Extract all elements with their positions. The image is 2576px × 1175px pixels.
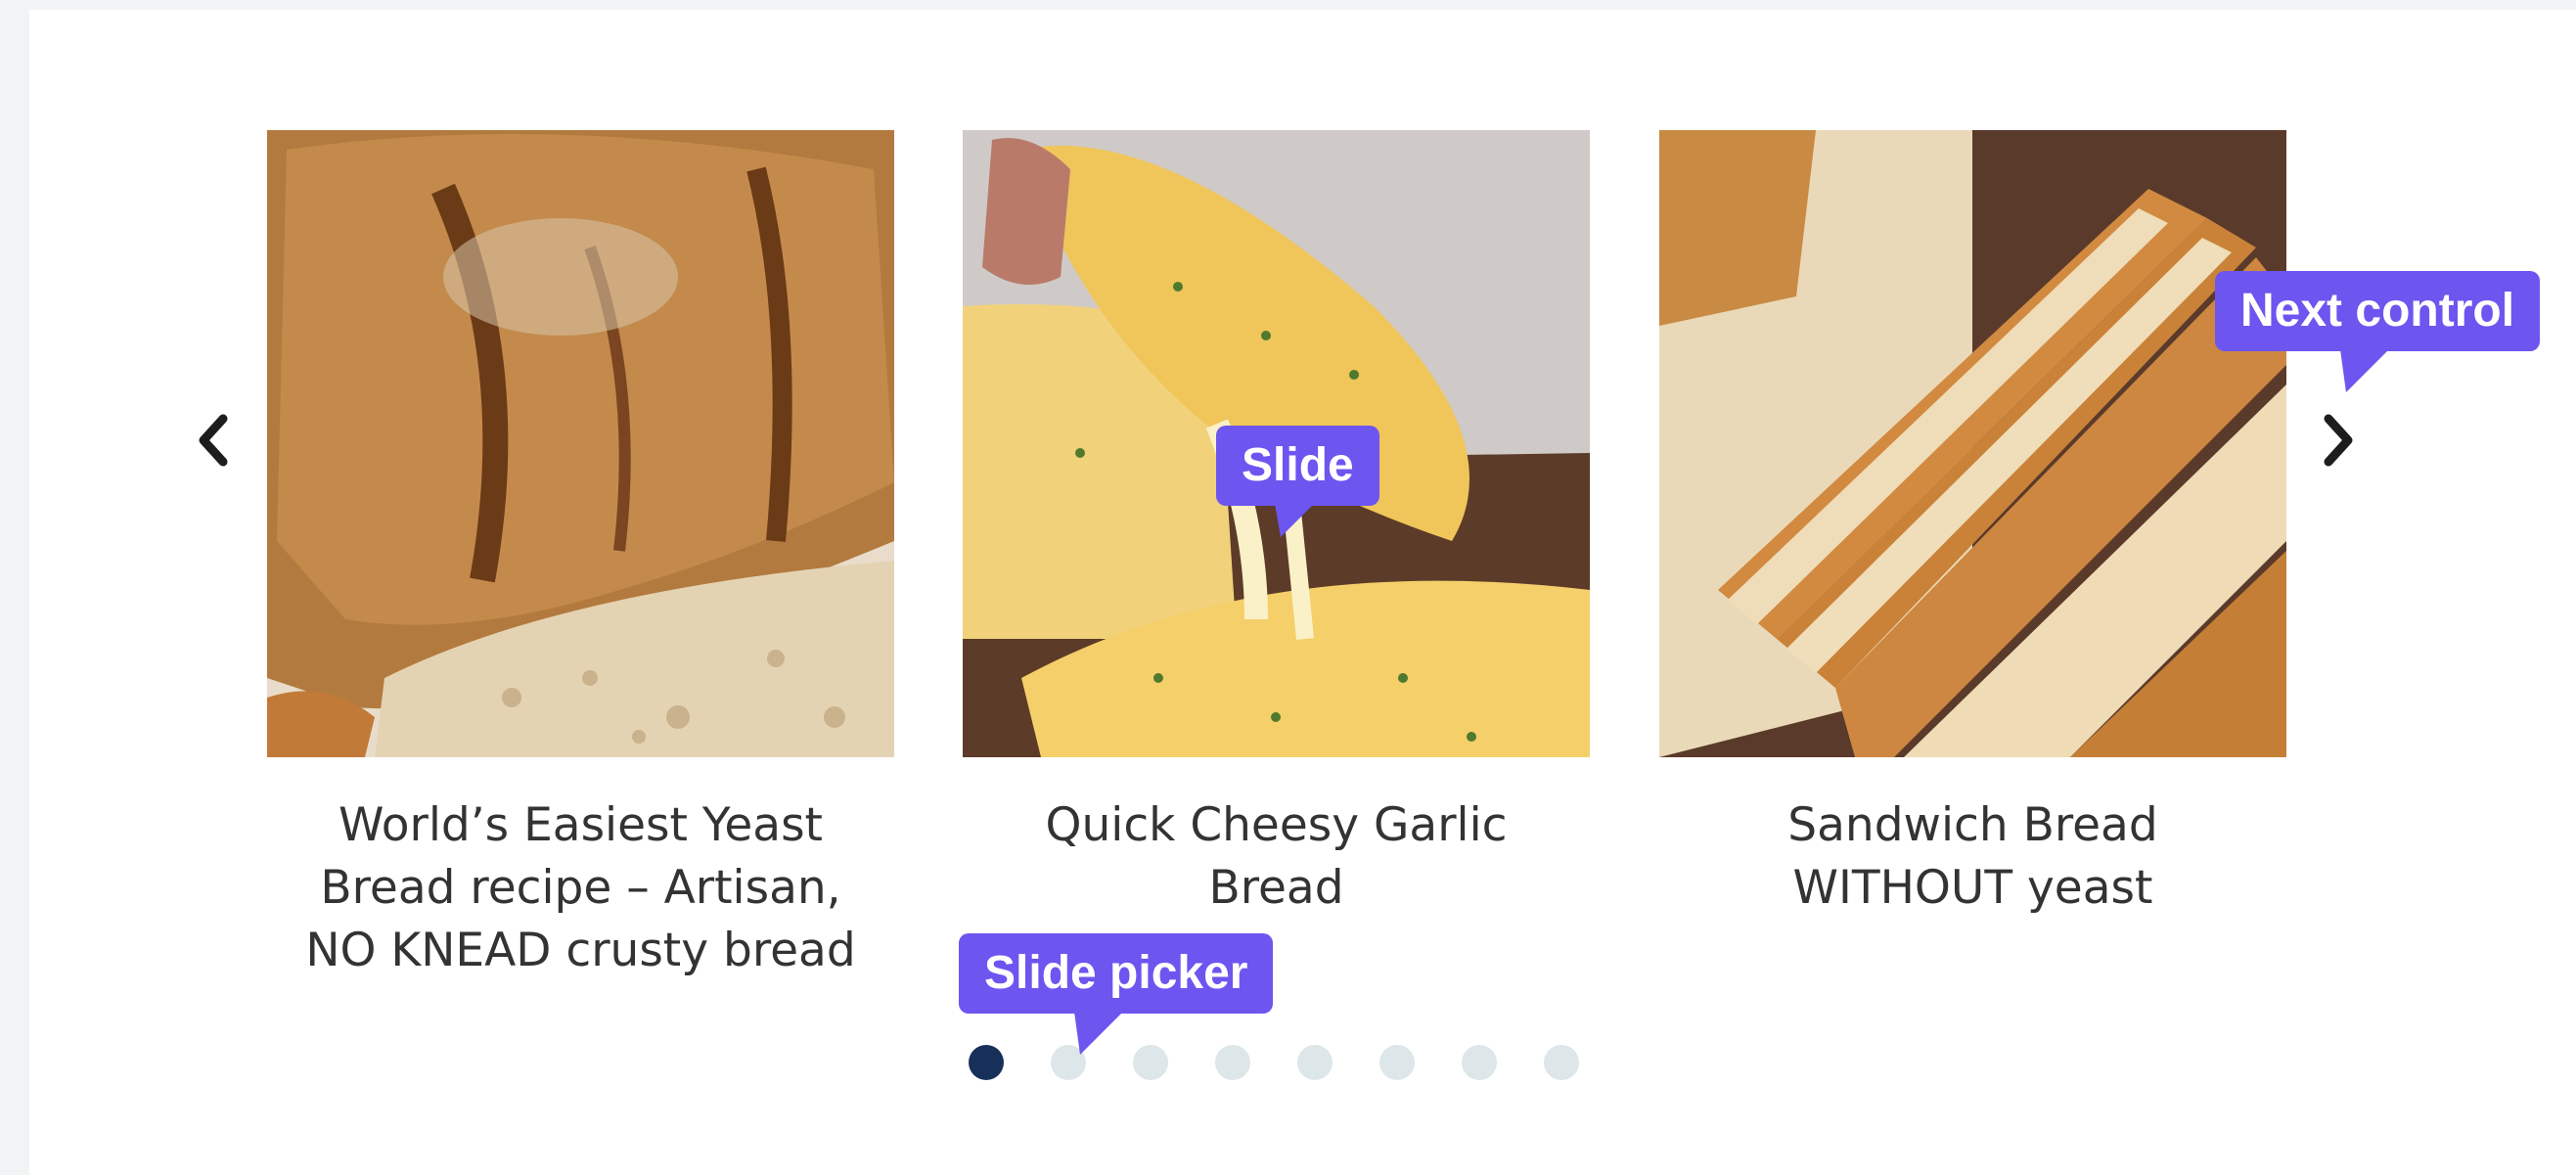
chevron-right-icon (2324, 414, 2353, 467)
slide-picker-annotation: Slide picker (959, 933, 1274, 1055)
annotation-label: Slide picker (984, 947, 1248, 999)
tooltip-pointer-icon (1275, 504, 1314, 537)
slide-title[interactable]: World’s Easiest Yeast Bread recipe – Art… (267, 794, 894, 982)
slide-title[interactable]: Quick Cheesy Garlic Bread (963, 794, 1590, 920)
tooltip-pointer-icon (2340, 349, 2389, 392)
slide-title[interactable]: Sandwich Bread WITHOUT yeast (1659, 794, 2286, 920)
slide-dot[interactable] (1379, 1045, 1415, 1080)
slide-card[interactable]: Sandwich Bread WITHOUT yeast (1659, 130, 2286, 920)
slide-dot[interactable] (1297, 1045, 1333, 1080)
sliced-sandwich-bread-photo[interactable] (1659, 130, 2286, 757)
chevron-left-icon (199, 414, 228, 467)
slide-picker (969, 1045, 1579, 1080)
artisan-bread-photo[interactable] (267, 130, 894, 757)
next-control-annotation: Next control (2215, 271, 2541, 392)
slide-annotation: Slide (1216, 426, 1379, 537)
annotation-label: Slide (1242, 439, 1354, 491)
annotation-label: Next control (2240, 285, 2515, 337)
next-slide-button[interactable] (2309, 406, 2368, 475)
tooltip-pointer-icon (1074, 1012, 1123, 1055)
slide-dot[interactable] (1544, 1045, 1579, 1080)
slide-dot[interactable] (1215, 1045, 1250, 1080)
slide-dot[interactable] (1133, 1045, 1168, 1080)
slide-card[interactable]: World’s Easiest Yeast Bread recipe – Art… (267, 130, 894, 982)
prev-slide-button[interactable] (184, 406, 243, 475)
slide-dot[interactable] (1462, 1045, 1497, 1080)
slide-dot[interactable] (969, 1045, 1004, 1080)
